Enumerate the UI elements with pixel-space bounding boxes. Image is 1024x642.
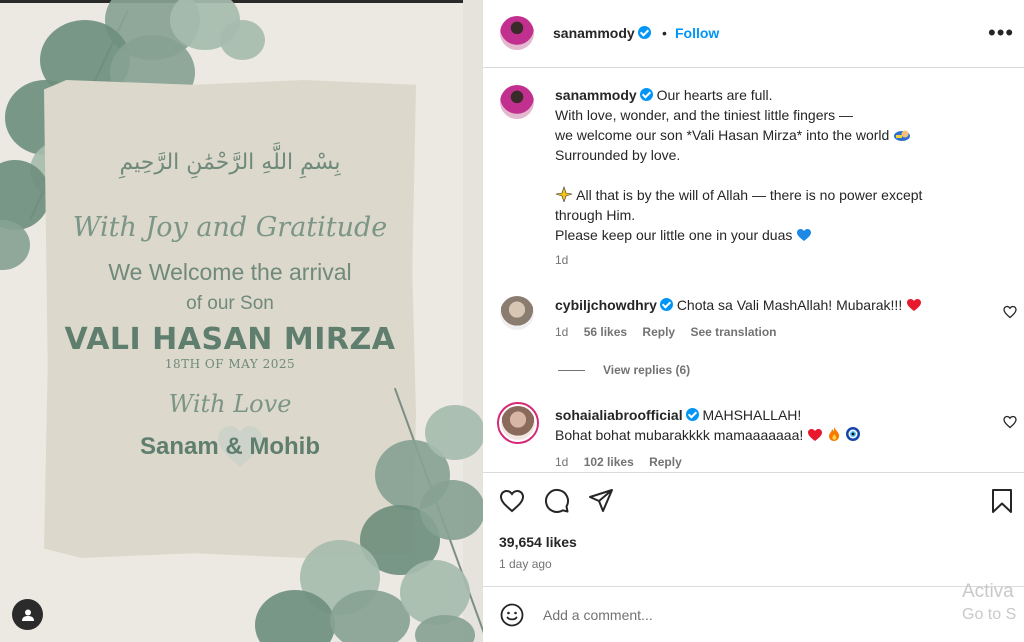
- comment-reply-button[interactable]: Reply: [642, 325, 675, 339]
- caption-line-7: Please keep our little one in your duas: [555, 227, 793, 243]
- comment-meta: 1d 56 likes Reply See translation: [555, 325, 788, 339]
- post-image: بِسْمِ اللَّهِ الرَّحْمَٰنِ الرَّحِيمِ W…: [0, 0, 483, 642]
- card-son-line: of our Son: [186, 293, 274, 314]
- comment-text-row-2: Bohat bohat mubarakkkk mamaaaaaaa!: [555, 425, 861, 445]
- follow-button[interactable]: Follow: [675, 25, 719, 41]
- card-welcome-line: We Welcome the arrival: [108, 259, 352, 285]
- comment-avatar-story[interactable]: [497, 402, 539, 444]
- caption-line-6: through Him.: [555, 207, 636, 223]
- card-birth-date: 18TH OF MAY 2025: [164, 357, 296, 371]
- comment-meta: 1d 102 likes Reply: [555, 455, 694, 469]
- verified-badge-icon: [659, 298, 673, 311]
- caption-timestamp[interactable]: 1d: [555, 253, 568, 267]
- watermark-line-1: Activa: [962, 581, 1014, 602]
- caption-line-4: Surrounded by love.: [555, 147, 681, 163]
- comment-text-line-2: Bohat bohat mubarakkkk mamaaaaaaa!: [555, 427, 804, 443]
- comment-box-divider: [483, 586, 1024, 587]
- fire-emoji-icon: [829, 427, 840, 441]
- comment-likes[interactable]: 102 likes: [584, 455, 634, 469]
- caption-username[interactable]: sanammody: [555, 87, 637, 103]
- swaddled-baby-emoji-icon: [894, 130, 911, 141]
- comment-username[interactable]: cybiljchowdhry: [555, 297, 657, 313]
- verified-badge-icon: [685, 408, 699, 421]
- view-replies-label[interactable]: View replies (6): [603, 363, 690, 377]
- verified-badge-icon: [637, 26, 651, 39]
- add-comment-input[interactable]: [543, 604, 943, 626]
- comment-like-icon[interactable]: [1003, 305, 1017, 319]
- comment-text-row: sohaialiabroofficial MAHSHALLAH!: [555, 405, 801, 425]
- card-parents-names: Sanam & Mohib: [139, 433, 320, 460]
- nazar-amulet-emoji-icon: [845, 427, 860, 441]
- media-right-edge: [463, 0, 483, 642]
- card-heading-script: With Joy and Gratitude: [72, 212, 388, 243]
- comment-text: Chota sa Vali MashAllah! Mubarak!!!: [676, 297, 903, 313]
- user-icon: [21, 609, 34, 621]
- red-heart-emoji-icon: [907, 299, 922, 311]
- comment-like-icon[interactable]: [1003, 415, 1017, 429]
- view-replies-button[interactable]: View replies (6): [558, 363, 690, 377]
- replies-line: [558, 370, 585, 372]
- comment-reply-button[interactable]: Reply: [649, 455, 682, 469]
- verified-badge-icon: [639, 88, 653, 101]
- comment-text-row: cybiljchowdhry Chota sa Vali MashAllah! …: [555, 295, 922, 315]
- card-with-love: With Love: [168, 390, 292, 418]
- actions-divider: [483, 472, 1024, 473]
- comment-time[interactable]: 1d: [555, 325, 568, 339]
- caption-line-2: With love, wonder, and the tiniest littl…: [555, 107, 854, 123]
- comment-username[interactable]: sohaialiabroofficial: [555, 407, 683, 423]
- blue-heart-emoji-icon: [797, 229, 812, 241]
- caption: sanammody Our hearts are full. With love…: [555, 85, 995, 245]
- comment-bubble-icon[interactable]: [544, 488, 570, 514]
- see-translation-button[interactable]: See translation: [690, 325, 776, 339]
- post-timestamp[interactable]: 1 day ago: [499, 557, 552, 571]
- red-heart-emoji-icon: [808, 429, 823, 441]
- header-divider: [483, 67, 1024, 68]
- header-separator: •: [662, 25, 667, 41]
- emoji-picker-icon[interactable]: [500, 603, 524, 627]
- bismillah-text: بِسْمِ اللَّهِ الرَّحْمَٰنِ الرَّحِيمِ: [119, 150, 341, 175]
- watermark-line-2: Go to S: [962, 606, 1017, 623]
- more-options-icon[interactable]: •••: [988, 20, 1014, 46]
- comment-likes[interactable]: 56 likes: [584, 325, 627, 339]
- comment-text-line-1: MAHSHALLAH!: [702, 407, 802, 423]
- comment-time[interactable]: 1d: [555, 455, 568, 469]
- tagged-users-button[interactable]: [12, 599, 43, 630]
- header-username[interactable]: sanammody: [553, 25, 651, 43]
- caption-line-3: we welcome our son *Vali Hasan Mirza* in…: [555, 127, 890, 143]
- header-username-text[interactable]: sanammody: [553, 25, 635, 41]
- save-bookmark-icon[interactable]: [989, 488, 1015, 514]
- caption-line-1: Our hearts are full.: [656, 87, 773, 103]
- sparkles-emoji-icon: [555, 186, 573, 202]
- activate-windows-watermark: Activa Go to S: [962, 580, 1016, 626]
- media-top-edge: [0, 0, 483, 3]
- like-heart-icon[interactable]: [499, 488, 525, 514]
- caption-avatar[interactable]: [500, 85, 534, 119]
- header-avatar[interactable]: [500, 16, 534, 50]
- likes-count[interactable]: 39,654 likes: [499, 534, 577, 550]
- share-send-icon[interactable]: [588, 488, 614, 514]
- caption-line-5: All that is by the will of Allah — there…: [576, 187, 923, 203]
- comment-avatar[interactable]: [500, 296, 534, 330]
- card-baby-name: VALI HASAN MIRZA: [64, 322, 396, 357]
